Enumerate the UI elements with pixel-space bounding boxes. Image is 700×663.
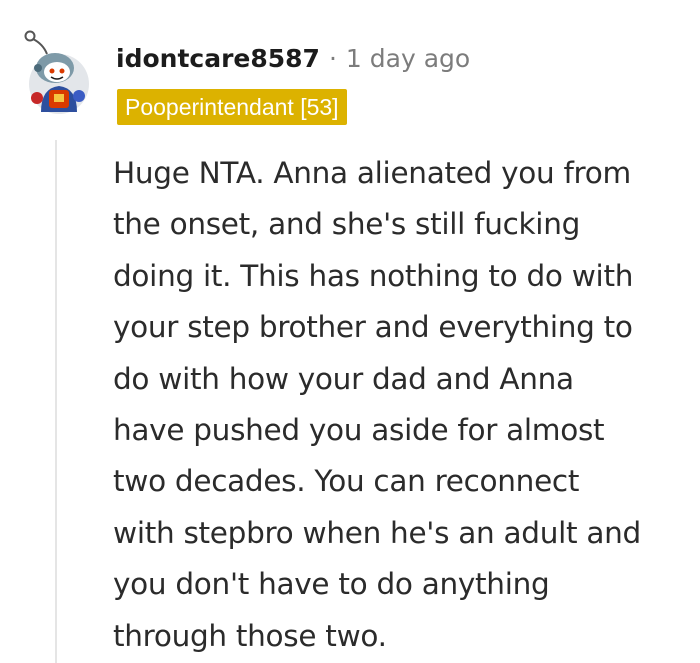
comment-body-line: do with how your dad and Anna [113,361,574,396]
user-avatar[interactable] [21,28,93,116]
user-flair-badge: Pooperintendant [53] [117,89,347,125]
comment-body: Huge NTA. Anna alienated you from the on… [113,148,700,662]
comment-body-line: Huge NTA. Anna alienated you from [113,156,631,190]
comment-body-line: your step brother and everything to [113,310,633,345]
comment-body-line: the onset, and she's still fucking [113,207,581,242]
snoo-avatar-icon [24,30,89,114]
separator-dot: · [328,43,337,73]
comment-body-line: two decades. You can reconnect [113,464,580,499]
comment-header: idontcare8587 · 1 day ago [116,38,470,78]
comment-body-line: with stepbro when he's an adult and [113,515,641,550]
comment-timestamp[interactable]: 1 day ago [346,44,470,73]
comment-body-line: you don't have to do anything [113,567,550,602]
thread-collapse-line[interactable] [55,140,57,663]
comment: idontcare8587 · 1 day ago Pooperintendan… [0,0,700,663]
comment-body-line: have pushed you aside for almost [113,413,605,448]
username-link[interactable]: idontcare8587 [116,44,320,73]
comment-body-line: doing it. This has nothing to do with [113,258,634,293]
comment-body-line: through those two. [113,618,387,653]
